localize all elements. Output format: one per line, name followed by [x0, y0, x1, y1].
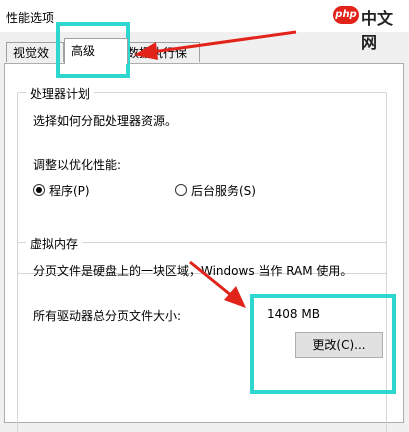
annotation-arrows — [134, 30, 297, 308]
arrow-to-change-area — [189, 260, 246, 308]
tab-advanced[interactable]: 高级 — [64, 38, 128, 64]
arrow-to-advanced-tab — [134, 30, 297, 60]
